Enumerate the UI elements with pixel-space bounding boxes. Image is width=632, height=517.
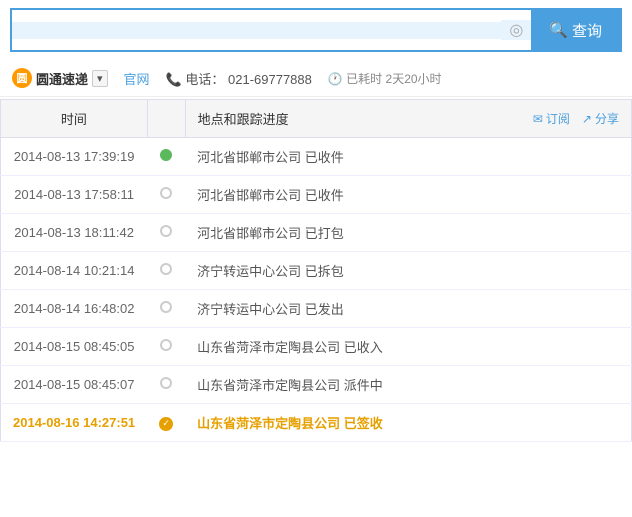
- company-name-block: 圆 圆通速递 ▾: [12, 68, 108, 88]
- search-icon: 🔍: [549, 21, 568, 39]
- table-row-time: 2014-08-14 10:21:14: [1, 252, 148, 290]
- table-row-time: 2014-08-16 14:27:51: [1, 404, 148, 442]
- elapsed-time: 🕐 已耗时 2天20小时: [328, 70, 442, 87]
- dot-normal-icon: [160, 301, 172, 313]
- table-row-time: 2014-08-13 18:11:42: [1, 214, 148, 252]
- tracking-table: 时间 地点和跟踪进度 ✉ 订阅 ↗ 分享: [0, 99, 632, 442]
- table-row-location: 山东省菏泽市定陶县公司 已签收: [185, 404, 631, 442]
- table-row-time: 2014-08-13 17:39:19: [1, 138, 148, 176]
- search-input-wrap: 5654513424 ◎: [12, 10, 531, 50]
- col-timeline-header: [147, 100, 185, 138]
- table-row-location: 山东省菏泽市定陶县公司 已收入: [185, 328, 631, 366]
- company-dropdown[interactable]: ▾: [92, 70, 108, 87]
- share-icon: ↗: [582, 112, 592, 126]
- dot-check-icon: ✓: [159, 417, 173, 431]
- timeline-dot-cell: [147, 138, 185, 176]
- location-icon-btn[interactable]: ◎: [501, 20, 531, 40]
- table-row-location: 济宁转运中心公司 已拆包: [185, 252, 631, 290]
- table-row-location: 河北省邯郸市公司 已打包: [185, 214, 631, 252]
- timeline-dot-cell: [147, 214, 185, 252]
- dot-filled-icon: [160, 149, 172, 161]
- col-location-header: 地点和跟踪进度 ✉ 订阅 ↗ 分享: [185, 100, 631, 138]
- subscribe-link[interactable]: ✉ 订阅: [533, 110, 570, 127]
- search-bar: 5654513424 ◎ 🔍 查询: [10, 8, 622, 52]
- company-name-text: 圆通速递: [36, 69, 88, 88]
- dot-normal-icon: [160, 377, 172, 389]
- table-row-time: 2014-08-15 08:45:05: [1, 328, 148, 366]
- search-button-label: 查询: [572, 20, 602, 41]
- phone-icon: 📞: [166, 72, 182, 87]
- timeline-dot-cell: [147, 252, 185, 290]
- dot-normal-icon: [160, 225, 172, 237]
- phone-info: 📞 电话： 021-69777888: [166, 69, 312, 88]
- timeline-dot-cell: [147, 366, 185, 404]
- table-row-time: 2014-08-15 08:45:07: [1, 366, 148, 404]
- dot-normal-icon: [160, 187, 172, 199]
- time-prefix: 已耗时: [346, 72, 382, 86]
- dot-normal-icon: [160, 339, 172, 351]
- dot-normal-icon: [160, 263, 172, 275]
- table-row-location: 济宁转运中心公司 已发出: [185, 290, 631, 328]
- email-icon: ✉: [533, 112, 543, 126]
- info-bar: 圆 圆通速递 ▾ 官网 📞 电话： 021-69777888 🕐 已耗时 2天2…: [0, 60, 632, 97]
- share-label: 分享: [595, 110, 619, 127]
- company-logo: 圆: [12, 68, 32, 88]
- subscribe-label: 订阅: [546, 110, 570, 127]
- phone-prefix: 电话：: [185, 72, 224, 87]
- search-input[interactable]: 5654513424: [12, 22, 501, 39]
- timeline-dot-cell: [147, 328, 185, 366]
- search-button[interactable]: 🔍 查询: [531, 10, 620, 50]
- table-row-location: 河北省邯郸市公司 已收件: [185, 138, 631, 176]
- elapsed-value: 2天20小时: [386, 72, 442, 86]
- timeline-dot-cell: [147, 176, 185, 214]
- timeline-dot-cell: ✓: [147, 404, 185, 442]
- phone-number: 021-69777888: [228, 72, 312, 87]
- table-row-location: 河北省邯郸市公司 已收件: [185, 176, 631, 214]
- official-site-link[interactable]: 官网: [124, 69, 150, 88]
- table-row-time: 2014-08-13 17:58:11: [1, 176, 148, 214]
- share-link[interactable]: ↗ 分享: [582, 110, 619, 127]
- clock-icon: 🕐: [328, 72, 343, 86]
- timeline-dot-cell: [147, 290, 185, 328]
- table-row-time: 2014-08-14 16:48:02: [1, 290, 148, 328]
- col-time-header: 时间: [1, 100, 148, 138]
- table-row-location: 山东省菏泽市定陶县公司 派件中: [185, 366, 631, 404]
